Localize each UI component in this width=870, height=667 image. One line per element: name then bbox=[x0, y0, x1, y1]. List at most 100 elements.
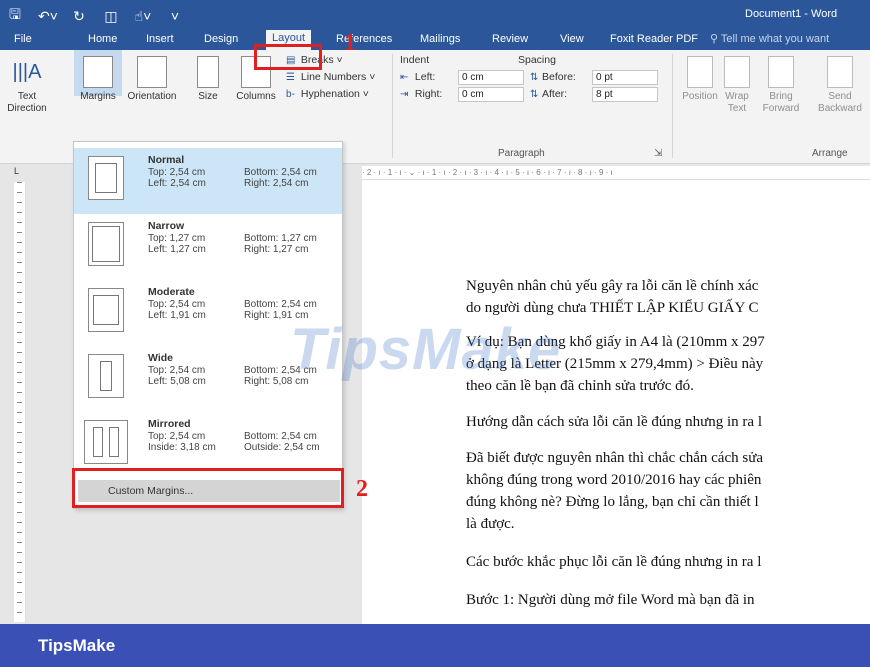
customize-icon[interactable]: ˅ bbox=[166, 8, 184, 24]
ruler-tick bbox=[17, 432, 22, 433]
margin-bottom: Bottom: 2,54 cm bbox=[244, 167, 317, 178]
window-title: Document1 - Word bbox=[745, 8, 838, 20]
margins-icon bbox=[83, 56, 113, 88]
spacing-before-icon: ⇅ bbox=[530, 72, 539, 83]
ruler-tick bbox=[17, 382, 22, 383]
spacing-before-field[interactable]: 0 pt bbox=[592, 70, 658, 85]
ruler-tick bbox=[17, 492, 22, 493]
bring-forward-icon bbox=[768, 56, 794, 88]
margin-right: Right: 1,27 cm bbox=[244, 244, 309, 255]
wrap-text-icon bbox=[724, 56, 750, 88]
columns-label: Columns bbox=[236, 91, 276, 102]
text-direction-icon: |||A bbox=[12, 61, 42, 83]
size-icon bbox=[197, 56, 219, 88]
tab-references[interactable]: References bbox=[330, 31, 398, 49]
margin-preview-icon bbox=[88, 354, 124, 398]
ruler-tick bbox=[17, 522, 22, 523]
ruler-tick bbox=[17, 262, 22, 263]
annotation-number-2: 2 bbox=[356, 476, 368, 502]
ruler-tick bbox=[17, 582, 22, 583]
send-backward-button[interactable]: Send Backward bbox=[812, 56, 868, 115]
paragraph-launcher-icon[interactable]: ⇲ bbox=[654, 148, 662, 159]
ruler-tick bbox=[17, 612, 22, 613]
vertical-ruler[interactable] bbox=[14, 182, 26, 622]
indent-right-field[interactable]: 0 cm bbox=[458, 87, 524, 102]
margins-label: Margins bbox=[80, 91, 116, 102]
tab-design[interactable]: Design bbox=[198, 31, 244, 49]
touch-icon[interactable]: ☝˅ bbox=[134, 8, 152, 25]
ruler-tick bbox=[17, 302, 22, 303]
layout-icon[interactable]: ◫ bbox=[102, 8, 120, 25]
spacing-label: Spacing bbox=[518, 54, 556, 66]
ruler-tick bbox=[17, 282, 22, 283]
tab-insert[interactable]: Insert bbox=[140, 31, 180, 49]
wrap-text-button[interactable]: Wrap Text bbox=[720, 56, 754, 115]
orientation-button[interactable]: Orientation bbox=[124, 56, 180, 103]
margin-top: Top: 2,54 cm bbox=[148, 299, 206, 310]
margin-option-name: Moderate bbox=[148, 286, 195, 298]
lightbulb-icon: ⚲ bbox=[710, 33, 719, 45]
ruler-tick bbox=[17, 212, 22, 213]
hyphenation-button[interactable]: b‐ Hyphenation ˅ bbox=[286, 88, 369, 100]
tab-foxit[interactable]: Foxit Reader PDF bbox=[604, 31, 704, 49]
tab-review[interactable]: Review bbox=[486, 31, 534, 49]
tab-view[interactable]: View bbox=[554, 31, 590, 49]
indent-left-label: ⇤ Left: bbox=[400, 71, 435, 83]
tab-file[interactable]: File bbox=[8, 31, 38, 49]
doc-line: Hướng dẫn cách sửa lỗi căn lề đúng nhưng… bbox=[466, 414, 762, 430]
margin-left: Left: 1,27 cm bbox=[148, 244, 206, 255]
ruler-tick bbox=[17, 202, 22, 203]
ruler-tick bbox=[17, 452, 22, 453]
annotation-box-layout bbox=[254, 44, 322, 70]
margins-button[interactable]: Margins bbox=[74, 50, 122, 102]
margin-inside: Inside: 3,18 cm bbox=[148, 442, 216, 453]
after-text: After: bbox=[542, 88, 568, 100]
hyphenation-icon: b‐ bbox=[286, 89, 295, 100]
horizontal-ruler[interactable]: · 2 · ı · 1 · ı · ⌄ · ı · 1 · ı · 2 · ı … bbox=[362, 166, 870, 180]
tell-me-box[interactable]: ⚲ Tell me what you want bbox=[704, 31, 835, 49]
position-button[interactable]: Position bbox=[680, 56, 720, 103]
undo-icon[interactable]: ↶˅ bbox=[38, 8, 58, 25]
margin-top: Top: 1,27 cm bbox=[148, 233, 206, 244]
margin-preview-icon bbox=[88, 222, 124, 266]
ruler-tick bbox=[17, 462, 22, 463]
ruler-tick bbox=[17, 552, 22, 553]
save-icon[interactable]: 🖫 bbox=[6, 4, 24, 28]
right-text: Right: bbox=[414, 88, 443, 100]
tab-selector[interactable]: L bbox=[14, 166, 28, 180]
doc-line: Các bước khắc phục lỗi căn lề đúng nhưng… bbox=[466, 554, 762, 570]
ruler-tick bbox=[17, 532, 22, 533]
tab-home[interactable]: Home bbox=[82, 31, 123, 49]
redo-icon[interactable]: ↻ bbox=[70, 8, 88, 25]
doc-line: Đã biết được nguyên nhân thì chắc chắn c… bbox=[466, 450, 763, 466]
margin-right: Right: 2,54 cm bbox=[244, 178, 309, 189]
margin-preview-icon bbox=[84, 420, 128, 464]
ruler-tick bbox=[17, 322, 22, 323]
size-button[interactable]: Size bbox=[190, 56, 226, 103]
ruler-tick bbox=[17, 482, 22, 483]
ruler-tick bbox=[17, 412, 22, 413]
indent-right-icon: ⇥ bbox=[400, 89, 409, 100]
margin-left: Left: 1,91 cm bbox=[148, 310, 206, 321]
text-direction-button[interactable]: |||A Text Direction bbox=[2, 56, 52, 115]
bring-forward-button[interactable]: Bring Forward bbox=[756, 56, 806, 115]
margin-option-normal[interactable]: Normal Top: 2,54 cm Left: 2,54 cm Bottom… bbox=[74, 148, 342, 214]
ruler-tick bbox=[17, 472, 22, 473]
spacing-after-field[interactable]: 8 pt bbox=[592, 87, 658, 102]
margin-preview-icon bbox=[88, 156, 124, 200]
line-numbers-button[interactable]: ☰ Line Numbers ˅ bbox=[286, 71, 375, 83]
paragraph-group-label: Paragraph bbox=[498, 148, 545, 159]
ruler-tick bbox=[17, 512, 22, 513]
margin-preview-icon bbox=[88, 288, 124, 332]
spacing-after-icon: ⇅ bbox=[530, 89, 539, 100]
ruler-tick bbox=[17, 602, 22, 603]
ruler-tick bbox=[17, 362, 22, 363]
ruler-tick bbox=[17, 182, 22, 183]
tab-mailings[interactable]: Mailings bbox=[414, 31, 466, 49]
doc-line: Bước 1: Người dùng mở file Word mà bạn đ… bbox=[466, 592, 755, 608]
wrap-text-label: Wrap Text bbox=[725, 91, 749, 114]
spacing-before-label: ⇅ Before: bbox=[530, 71, 576, 83]
ruler-tick bbox=[17, 192, 22, 193]
margin-option-narrow[interactable]: Narrow Top: 1,27 cm Left: 1,27 cm Bottom… bbox=[74, 214, 342, 280]
indent-left-field[interactable]: 0 cm bbox=[458, 70, 524, 85]
